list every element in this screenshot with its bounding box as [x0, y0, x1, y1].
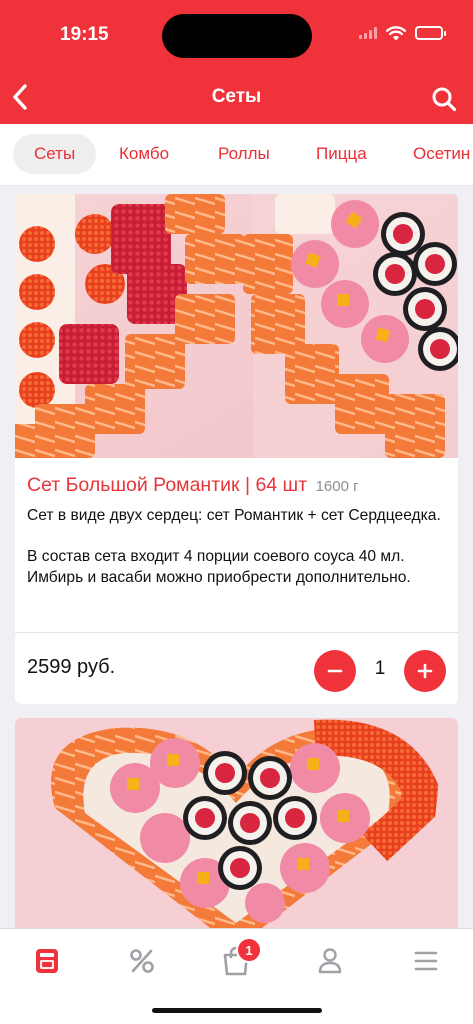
- battery-icon: [415, 26, 446, 40]
- product-image[interactable]: [15, 194, 458, 458]
- minus-icon: [327, 669, 343, 673]
- dynamic-island: [162, 14, 312, 58]
- increase-quantity-button[interactable]: [404, 650, 446, 692]
- divider: [15, 632, 458, 633]
- search-icon: [432, 87, 457, 112]
- status-time: 19:15: [60, 24, 109, 45]
- search-button[interactable]: [429, 84, 459, 114]
- tab-ossetian[interactable]: Осетин: [413, 134, 470, 174]
- cellular-signal-icon: [359, 27, 377, 39]
- plus-icon: [417, 663, 433, 679]
- description-paragraph: Сет в виде двух сердец: сет Романтик + с…: [27, 507, 441, 524]
- page-title: Сеты: [211, 86, 262, 107]
- decrease-quantity-button[interactable]: [314, 650, 356, 692]
- app-header: 19:15 Сеты: [0, 0, 473, 124]
- product-weight: 1600 г: [315, 478, 359, 495]
- hamburger-icon: [414, 951, 438, 971]
- product-card[interactable]: Сет Большой Романтик | 64 шт 1600 г Сет …: [15, 194, 458, 704]
- product-price: 2599 руб.: [27, 656, 116, 678]
- back-button[interactable]: [6, 80, 34, 114]
- nav-more[interactable]: [406, 943, 446, 979]
- menu-card-icon: [36, 949, 58, 973]
- nav-profile[interactable]: [310, 943, 350, 979]
- home-indicator: [152, 1008, 322, 1013]
- tab-rolls[interactable]: Роллы: [218, 134, 270, 174]
- tab-sets[interactable]: Сеты: [13, 134, 97, 174]
- percent-icon: [130, 949, 154, 973]
- product-name: Сет Большой Романтик | 64 шт: [27, 474, 308, 496]
- chevron-left-icon: [13, 84, 27, 110]
- profile-icon: [318, 948, 342, 974]
- tab-pizza[interactable]: Пицца: [316, 134, 367, 174]
- nav-promotions[interactable]: [122, 943, 162, 979]
- status-icons: [359, 25, 446, 41]
- nav-menu[interactable]: [27, 943, 67, 979]
- product-title-line: Сет Большой Романтик | 64 шт 1600 г: [27, 474, 452, 497]
- product-description: Сет в виде двух сердец: сет Романтик + с…: [27, 506, 447, 588]
- quantity-value: 1: [374, 658, 386, 679]
- product-image[interactable]: [15, 718, 458, 958]
- status-bar: 19:15: [0, 0, 473, 62]
- category-tabs: Сеты Комбо Роллы Пицца Осетин: [0, 124, 473, 186]
- description-paragraph: В состав сета входит 4 порции соевого со…: [27, 548, 411, 586]
- cart-badge: 1: [236, 937, 262, 963]
- wifi-icon: [385, 26, 407, 41]
- tab-combo[interactable]: Комбо: [119, 134, 169, 174]
